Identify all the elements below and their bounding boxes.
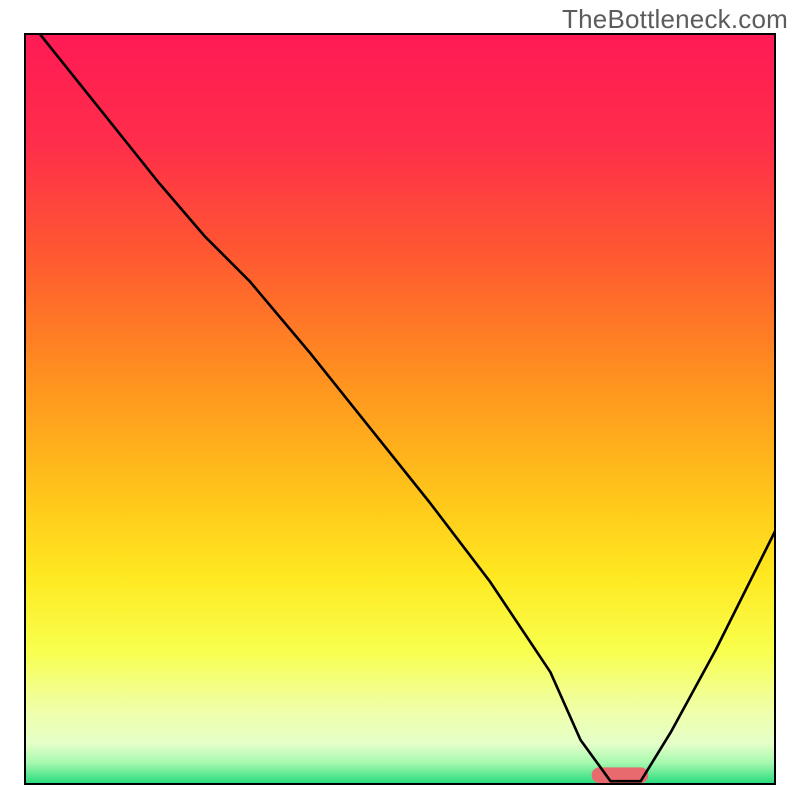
plot-border [24,33,776,785]
plot-area [24,33,776,785]
chart-container: TheBottleneck.com [0,0,800,800]
watermark-text: TheBottleneck.com [562,4,788,35]
